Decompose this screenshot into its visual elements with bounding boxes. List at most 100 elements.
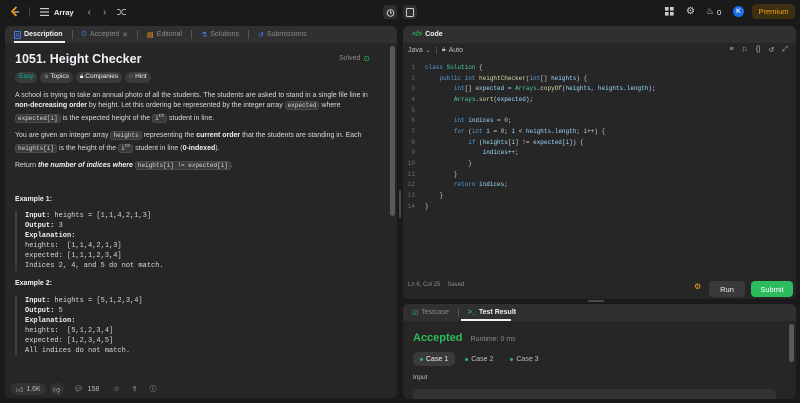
bookmark-icon[interactable]: ⚐ bbox=[742, 46, 748, 54]
prev-problem-icon[interactable]: ‹ bbox=[88, 7, 91, 18]
code-token: heights bbox=[482, 138, 508, 146]
code-tab[interactable]: </> Code bbox=[412, 31, 443, 38]
comments-button[interactable]: 💬︎ 158 bbox=[74, 385, 100, 394]
tab-solutions-label: Solutions bbox=[210, 31, 240, 38]
line-number: 5 bbox=[411, 106, 415, 114]
case-tab-2[interactable]: Case 2 bbox=[458, 352, 500, 366]
code-panel-header: </> Code bbox=[403, 26, 796, 43]
code-line[interactable]: 3 int[] expected = Arrays. copyOf(heights… bbox=[403, 83, 796, 94]
code-token: indices bbox=[479, 181, 505, 189]
code-token: ); bbox=[525, 95, 534, 103]
streak-count: 0 bbox=[717, 8, 722, 17]
format-lines-icon[interactable]: ≡ bbox=[729, 46, 733, 54]
tab-solutions[interactable]: ⚗ Solutions bbox=[201, 30, 250, 39]
line-number: 12 bbox=[407, 181, 415, 189]
code-token: heights bbox=[525, 127, 552, 135]
p2-text-b: representing the bbox=[141, 132, 197, 139]
next-problem-icon[interactable]: › bbox=[103, 7, 106, 18]
vertical-splitter-handle[interactable] bbox=[399, 190, 401, 218]
code-line[interactable]: 14} bbox=[403, 201, 796, 212]
hint-label: Hint bbox=[135, 72, 147, 80]
code-line[interactable]: 2 public int heightChecker(int[] heights… bbox=[403, 73, 796, 84]
bookmark-star-icon[interactable]: ☆ bbox=[113, 385, 119, 393]
tab-accepted[interactable]: ⏱ Accepted ✕ bbox=[82, 30, 139, 39]
streak-fire-icon[interactable]: ♨ bbox=[706, 6, 714, 17]
code-line[interactable]: 7 for (int i = 0; i < heights. length; i +… bbox=[403, 126, 796, 137]
code-line[interactable]: 8 if (heights[i] != expected[i]) { bbox=[403, 137, 796, 148]
difficulty-badge[interactable]: Easy bbox=[15, 71, 38, 83]
p2-sup: th bbox=[124, 143, 131, 149]
description-scrollbar[interactable] bbox=[390, 46, 395, 216]
code-line[interactable]: 6 int indices = 0; bbox=[403, 115, 796, 126]
saved-status: Saved bbox=[447, 282, 465, 288]
case-tabs: Case 1 Case 2 Case 3 bbox=[413, 352, 796, 366]
share-icon[interactable]: ⇪ bbox=[132, 385, 138, 393]
ex2-explanation-label: Explanation: bbox=[25, 316, 76, 325]
case-tab-1[interactable]: Case 1 bbox=[413, 352, 456, 366]
debug-icon[interactable]: ⚙ bbox=[694, 282, 701, 291]
like-button[interactable]: 👍︎ 1.6K bbox=[11, 383, 46, 395]
language-select[interactable]: Java ⌄ bbox=[408, 47, 431, 54]
line-number: 13 bbox=[407, 192, 415, 200]
terminal-icon: >_ bbox=[467, 309, 476, 316]
case-tab-3[interactable]: Case 3 bbox=[503, 352, 545, 366]
chevron-down-icon: ⌄ bbox=[425, 47, 431, 54]
tab-submissions[interactable]: ↺ Submissions bbox=[258, 31, 307, 39]
code-line[interactable]: 1 class Solution { bbox=[403, 62, 796, 73]
layout-grid-icon[interactable] bbox=[665, 7, 674, 16]
close-tab-icon[interactable]: ✕ bbox=[122, 31, 128, 39]
code-token: heightChecker bbox=[479, 74, 526, 82]
maximize-icon[interactable]: ⤢ bbox=[782, 46, 788, 54]
shuffle-icon[interactable] bbox=[117, 8, 127, 16]
topics-tag[interactable]: ⌂ Topics bbox=[40, 71, 73, 83]
help-icon[interactable]: ⓘ bbox=[149, 384, 156, 394]
paragraph-1: A school is trying to take an annual pho… bbox=[15, 91, 375, 125]
code-line[interactable]: 9 indices ++; bbox=[403, 148, 796, 159]
reset-icon[interactable]: ↺ bbox=[769, 46, 775, 54]
tab-test-result-label: Test Result bbox=[478, 309, 517, 316]
avatar[interactable]: K bbox=[733, 6, 744, 17]
code-token: ; bbox=[576, 127, 584, 135]
tab-editorial[interactable]: ▤ Editorial bbox=[147, 30, 192, 39]
leetcode-logo-icon[interactable] bbox=[9, 6, 21, 18]
notes-icon[interactable] bbox=[403, 5, 417, 19]
timer-icon[interactable] bbox=[383, 5, 397, 19]
dislike-button[interactable]: 👎︎ bbox=[49, 383, 64, 395]
hint-tag[interactable]: ◌ Hint bbox=[125, 71, 151, 83]
tab-description[interactable]: Description bbox=[14, 30, 73, 39]
p2-text-e: is the height of the bbox=[57, 144, 119, 152]
case-pass-dot bbox=[465, 357, 469, 361]
p2-code-heights-i: heights[i] bbox=[15, 143, 58, 153]
case-pass-dot bbox=[420, 357, 423, 361]
tab-test-result[interactable]: >_ Test Result bbox=[468, 309, 516, 316]
tab-testcase[interactable]: ☑ Testcase bbox=[412, 308, 459, 317]
code-line[interactable]: 5 bbox=[403, 105, 796, 116]
case-pass-dot bbox=[510, 357, 514, 361]
companies-tag[interactable]: 🔒︎ Companies bbox=[75, 71, 123, 83]
code-line[interactable]: 4 Arrays. sort(expected); bbox=[403, 94, 796, 105]
premium-button[interactable]: Premium bbox=[752, 4, 795, 19]
auto-label[interactable]: Auto bbox=[449, 47, 463, 54]
horizontal-splitter-handle[interactable] bbox=[588, 300, 604, 302]
p2-text-h: ). bbox=[215, 144, 220, 152]
result-scrollbar[interactable] bbox=[789, 324, 794, 362]
code-token: ++) { bbox=[587, 127, 606, 135]
code-line[interactable]: 11 } bbox=[403, 169, 796, 180]
case-3-label: Case 3 bbox=[516, 355, 539, 363]
braces-icon[interactable]: {} bbox=[756, 46, 761, 54]
code-line[interactable]: 13 } bbox=[403, 190, 796, 201]
submit-button[interactable]: Submit bbox=[751, 281, 793, 297]
code-token: = bbox=[493, 117, 505, 125]
code-token: ; bbox=[504, 181, 508, 189]
problem-list-icon[interactable] bbox=[40, 8, 49, 16]
cursor-position: Ln 6, Col 25 bbox=[408, 282, 441, 288]
description-icon bbox=[14, 30, 21, 39]
settings-gear-icon[interactable]: ⚙ bbox=[686, 6, 695, 17]
problem-list-label[interactable]: Array bbox=[54, 8, 74, 17]
code-editor[interactable]: 1 class Solution {2 public int heightChec… bbox=[403, 62, 796, 272]
run-button[interactable]: Run bbox=[709, 281, 745, 297]
code-line[interactable]: 10 } bbox=[403, 158, 796, 169]
code-line[interactable]: 12 return indices; bbox=[403, 180, 796, 191]
active-result-tab-underline bbox=[461, 319, 511, 321]
